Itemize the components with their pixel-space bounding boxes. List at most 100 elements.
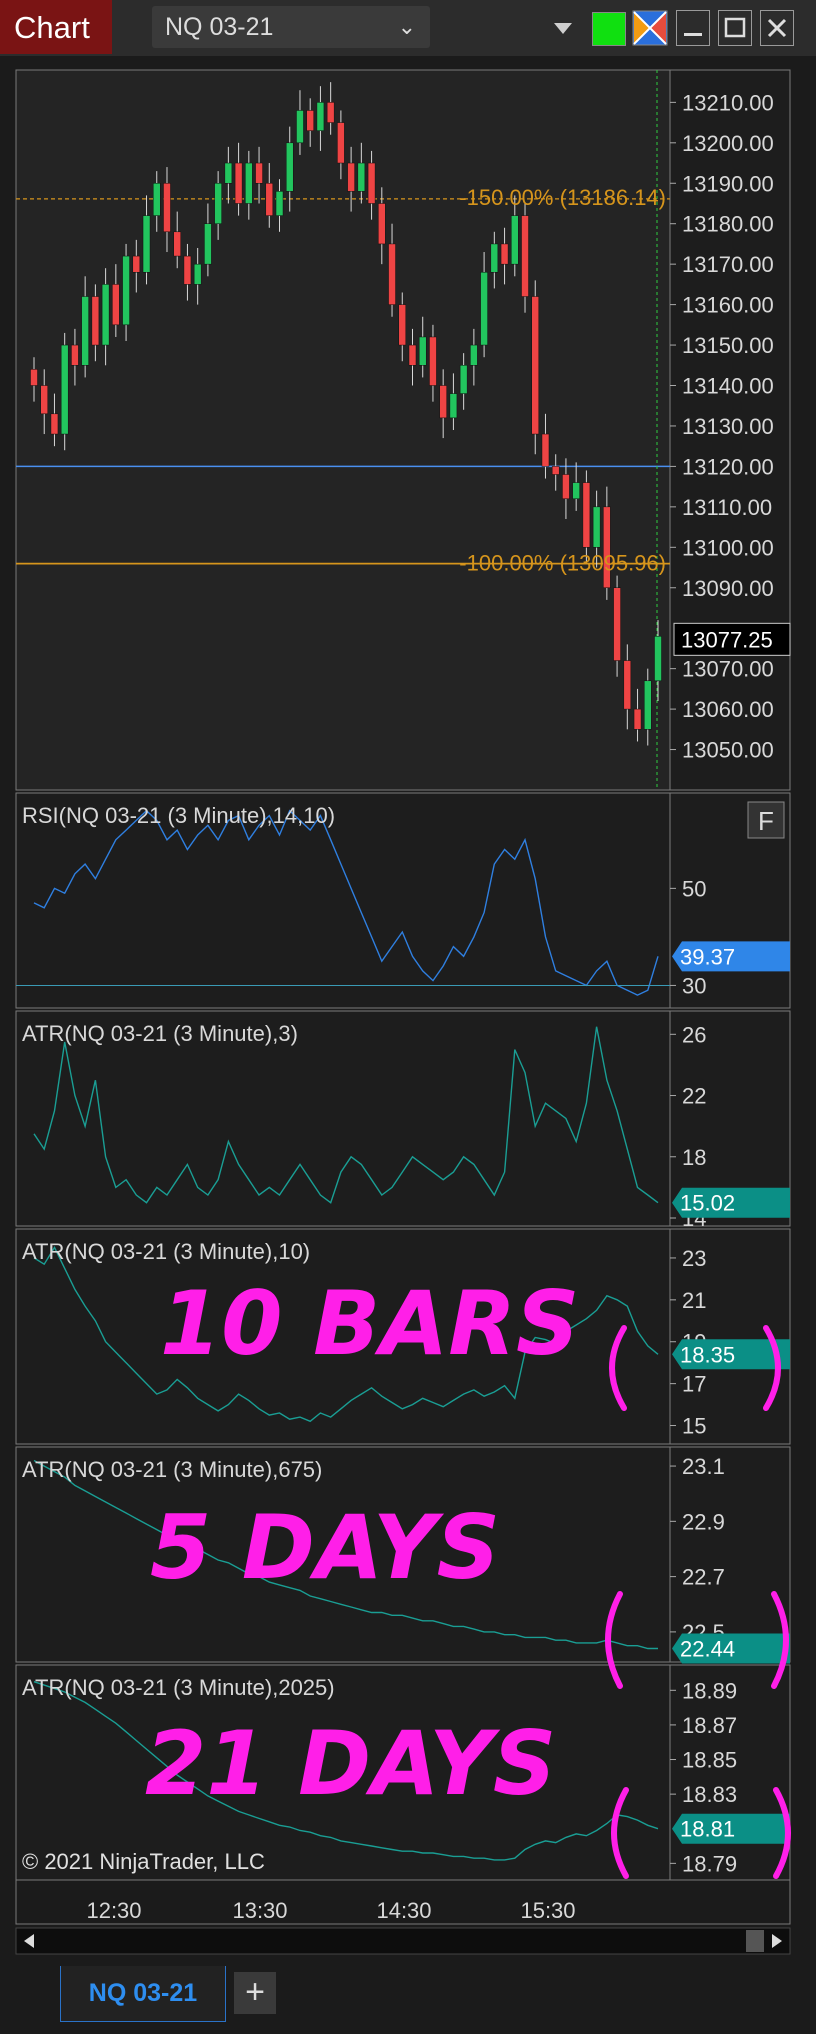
close-button[interactable] xyxy=(760,10,794,46)
candle-body xyxy=(572,482,580,500)
indicator-title: RSI(NQ 03-21 (3 Minute),14,10) xyxy=(22,803,335,828)
candle-body xyxy=(644,680,652,730)
annotation-5-days: 5 DAYS xyxy=(150,1496,500,1599)
indicator-tick-label: 18.83 xyxy=(682,1782,737,1807)
candle-body xyxy=(275,191,284,216)
close-icon xyxy=(767,18,787,38)
candle-body xyxy=(265,183,274,216)
price-tick-label: 13170.00 xyxy=(682,252,774,277)
candle-body xyxy=(449,393,458,419)
candle-body xyxy=(592,506,601,548)
indicator-tick-label: 50 xyxy=(682,876,706,901)
instrument-selector[interactable]: NQ 03-21 ⌄ xyxy=(152,6,430,48)
candle-body xyxy=(91,296,100,346)
candle-body xyxy=(285,142,294,192)
candle-body xyxy=(234,162,243,204)
minimize-icon xyxy=(684,33,702,36)
indicator-tick-label: 18.79 xyxy=(682,1851,737,1876)
candle-body xyxy=(582,482,591,548)
candle-body xyxy=(531,296,539,435)
candle-body xyxy=(153,183,161,216)
candle-body xyxy=(163,183,171,233)
scroll-thumb[interactable] xyxy=(746,1930,764,1952)
candle-body xyxy=(633,708,642,730)
price-tick-label: 13140.00 xyxy=(682,374,774,399)
candle-body xyxy=(623,660,632,710)
crosshair-icon[interactable] xyxy=(632,10,668,46)
fib-upper-label: -150.00% (13186.14) xyxy=(459,185,666,210)
candle-body xyxy=(101,284,110,346)
indicator-tick-label: 22.9 xyxy=(682,1509,725,1534)
candle-body xyxy=(490,243,499,273)
price-panel-background xyxy=(16,70,670,790)
dropdown-arrow-icon[interactable] xyxy=(548,14,578,42)
price-tick-label: 13160.00 xyxy=(682,293,774,318)
candle-body xyxy=(337,122,345,164)
chevron-down-icon: ⌄ xyxy=(397,14,416,39)
minimize-button[interactable] xyxy=(676,10,710,46)
candle-body xyxy=(142,215,151,273)
candle-body xyxy=(40,385,48,415)
time-tick-label: 14:30 xyxy=(376,1898,431,1923)
price-tick-label: 13150.00 xyxy=(682,333,774,358)
indicator-title: ATR(NQ 03-21 (3 Minute),2025) xyxy=(22,1675,335,1700)
candle-body xyxy=(132,255,141,273)
candle-body xyxy=(173,231,181,257)
candle-body xyxy=(183,255,192,285)
time-tick-label: 13:30 xyxy=(232,1898,287,1923)
candle-body xyxy=(326,102,335,123)
indicator-tick-label: 21 xyxy=(682,1288,706,1313)
candle-body xyxy=(81,296,89,366)
candle-body xyxy=(357,162,366,192)
indicator-title: ATR(NQ 03-21 (3 Minute),3) xyxy=(22,1021,298,1046)
value-badge-label: 22.44 xyxy=(680,1636,735,1661)
f-button-label: F xyxy=(758,806,774,836)
candle-body xyxy=(521,215,529,297)
candle-body xyxy=(378,203,386,245)
time-tick-label: 12:30 xyxy=(86,1898,141,1923)
candle-body xyxy=(71,344,79,366)
candle-body xyxy=(112,284,120,326)
current-price-label: 13077.25 xyxy=(681,627,773,652)
value-badge-label: 18.81 xyxy=(680,1817,735,1842)
price-tick-label: 13190.00 xyxy=(682,171,774,196)
candle-body xyxy=(204,223,212,265)
price-tick-label: 13130.00 xyxy=(682,414,774,439)
candle-body xyxy=(439,385,447,419)
candle-body xyxy=(654,636,662,682)
add-tab-button[interactable]: + xyxy=(234,1972,276,2014)
candle-body xyxy=(122,255,130,326)
indicator-tick-label: 30 xyxy=(682,973,706,998)
title-bar: Chart NQ 03-21 ⌄ xyxy=(0,0,816,56)
color-status-icon[interactable] xyxy=(592,12,626,46)
maximize-icon xyxy=(724,17,746,38)
indicator-tick-label: 18 xyxy=(682,1145,706,1170)
time-tick-label: 15:30 xyxy=(520,1898,575,1923)
candle-body xyxy=(408,344,417,366)
indicator-tick-label: 15 xyxy=(682,1414,706,1439)
candle-body xyxy=(398,304,407,346)
candle-body xyxy=(459,365,468,394)
price-tick-label: 13070.00 xyxy=(682,657,774,682)
annotation-10-bars: 10 BARS xyxy=(160,1272,579,1375)
candle-body xyxy=(470,344,478,366)
value-badge-label: 18.35 xyxy=(680,1342,735,1367)
chart-canvas[interactable]: -150.00% (13186.14) -100.00% (13095.96) 13… xyxy=(0,56,816,1956)
price-tick-label: 13180.00 xyxy=(682,212,774,237)
candle-body xyxy=(541,433,550,467)
maximize-button[interactable] xyxy=(718,10,752,46)
tab-nq[interactable]: NQ 03-21 xyxy=(60,1966,226,2022)
tab-bar: NQ 03-21 + xyxy=(0,1960,816,2034)
indicator-tick-label: 22.7 xyxy=(682,1565,725,1590)
indicator-title: ATR(NQ 03-21 (3 Minute),675) xyxy=(22,1457,322,1482)
price-tick-label: 13090.00 xyxy=(682,576,774,601)
horizontal-scrollbar[interactable] xyxy=(15,1927,791,1955)
window-label: Chart xyxy=(0,0,112,54)
indicator-tick-label: 18.87 xyxy=(682,1713,737,1738)
candle-body xyxy=(500,243,509,265)
chart-area[interactable]: -150.00% (13186.14) -100.00% (13095.96) 13… xyxy=(0,56,816,1956)
annotation-21-days: 21 DAYS xyxy=(145,1712,556,1815)
candle-body xyxy=(255,162,263,184)
indicator-tick-label: 26 xyxy=(682,1022,706,1047)
price-tick-label: 13100.00 xyxy=(682,535,774,560)
